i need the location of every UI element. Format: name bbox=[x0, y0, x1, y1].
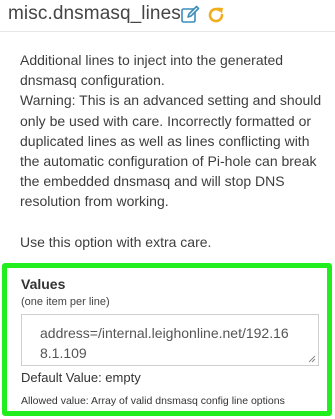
description-warning: Warning: This is an advanced setting and… bbox=[20, 92, 322, 210]
values-panel: Values (one item per line) address=/inte… bbox=[2, 263, 332, 416]
values-textarea[interactable]: address=/internal.leighonline.net/192.16… bbox=[21, 314, 319, 366]
reload-icon[interactable] bbox=[206, 5, 226, 25]
textarea-value[interactable]: address=/internal.leighonline.net/192.16… bbox=[40, 325, 289, 361]
default-value: Default Value: empty bbox=[21, 370, 141, 385]
allowed-value: Allowed value: Array of valid dnsmasq co… bbox=[21, 395, 285, 407]
edit-icon[interactable] bbox=[180, 5, 200, 25]
setting-name: misc.dnsmasq_lines bbox=[8, 3, 181, 24]
resize-grip-icon[interactable] bbox=[308, 355, 316, 363]
values-hint: (one item per line) bbox=[21, 296, 110, 308]
values-title: Values bbox=[21, 276, 66, 292]
description-line: Additional lines to inject into the gene… bbox=[20, 52, 284, 89]
setting-description: Additional lines to inject into the gene… bbox=[20, 50, 325, 252]
setting-header: misc.dnsmasq_lines bbox=[0, 0, 335, 32]
extra-care-note: Use this option with extra care. bbox=[20, 233, 212, 250]
